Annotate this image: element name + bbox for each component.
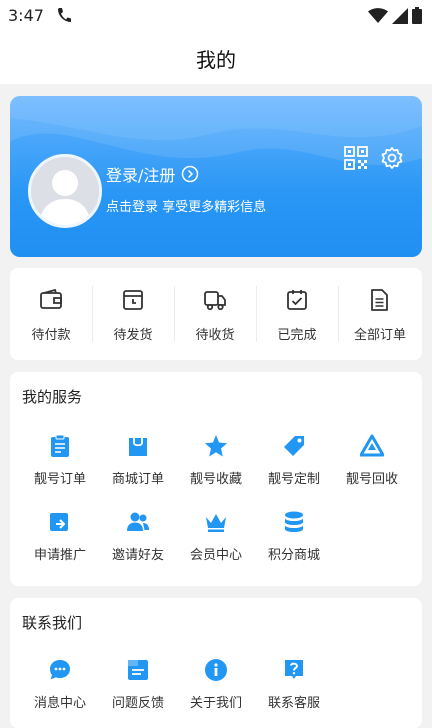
service-item[interactable]: 靓号订单: [21, 434, 99, 494]
login-subtitle: 点击登录 享受更多精彩信息: [106, 200, 267, 215]
avatar[interactable]: [28, 154, 102, 228]
shopping-bag-icon: [129, 438, 147, 456]
crown-icon: [206, 514, 226, 532]
service-item[interactable]: 邀请好友: [99, 510, 177, 570]
service-label: 申请推广: [33, 548, 86, 563]
order-completed[interactable]: 已完成: [256, 268, 338, 360]
users-icon: [127, 512, 149, 531]
service-label: 靓号订单: [33, 472, 86, 487]
signal-icon: [392, 7, 408, 24]
status-bar: 3:47: [0, 0, 432, 32]
gear-icon[interactable]: [380, 146, 404, 170]
page-title: 我的: [196, 48, 236, 72]
order-label: 全部订单: [353, 328, 406, 343]
chevron-right-circle-icon: [182, 165, 199, 183]
contact-label: 联系客服: [267, 696, 320, 711]
calendar-check-icon: [287, 290, 307, 310]
order-all[interactable]: 全部订单: [338, 268, 422, 360]
contact-item[interactable]: 消息中心: [21, 658, 99, 718]
qr-code-icon[interactable]: [344, 146, 368, 170]
contact-label: 消息中心: [33, 696, 86, 711]
service-label: 会员中心: [189, 548, 242, 563]
question-icon: [285, 660, 303, 679]
package-icon: [123, 290, 143, 310]
service-item[interactable]: 申请推广: [21, 510, 99, 570]
nav-bar: 我的: [0, 32, 432, 84]
contact-item[interactable]: 关于我们: [177, 658, 255, 718]
service-item[interactable]: 靓号定制: [255, 434, 333, 494]
order-pending-receipt[interactable]: 待收货: [174, 268, 256, 360]
star-icon: [205, 435, 227, 457]
contact-label: 问题反馈: [111, 696, 164, 711]
profile-card[interactable]: 登录/注册 点击登录 享受更多精彩信息: [10, 96, 422, 257]
default-avatar-icon: [39, 170, 91, 225]
truck-icon: [204, 291, 226, 311]
wifi-icon: [368, 7, 388, 23]
service-label: 靓号回收: [345, 472, 398, 487]
database-icon: [285, 511, 303, 532]
contact-item[interactable]: 联系客服: [255, 658, 333, 718]
share-icon: [50, 513, 68, 531]
wallet-icon: [40, 288, 62, 309]
service-item[interactable]: 积分商城: [255, 510, 333, 570]
service-label: 靓号定制: [267, 472, 320, 487]
login-register-link[interactable]: 登录/注册: [106, 162, 199, 186]
order-pending-payment[interactable]: 待付款: [10, 268, 92, 360]
order-pending-shipment[interactable]: 待发货: [92, 268, 174, 360]
battery-icon: [412, 7, 422, 24]
chat-icon: [50, 660, 70, 680]
recycle-icon: [360, 434, 384, 457]
info-icon: [205, 659, 227, 681]
contact-label: 关于我们: [189, 696, 242, 711]
section-title: 我的服务: [22, 388, 83, 406]
feedback-icon: [128, 660, 148, 680]
order-label: 待发货: [113, 328, 153, 343]
order-label: 待付款: [31, 328, 71, 343]
order-label: 已完成: [277, 328, 317, 343]
document-icon: [371, 289, 388, 311]
tag-icon: [284, 436, 304, 456]
service-item[interactable]: 靓号收藏: [177, 434, 255, 494]
clipboard-icon: [51, 434, 69, 457]
orders-card: 待付款 待发货 待收货 已完成 全部订单: [10, 268, 422, 360]
service-label: 邀请好友: [111, 548, 164, 563]
phone-call-icon: [58, 8, 71, 22]
service-item[interactable]: 商城订单: [99, 434, 177, 494]
service-item[interactable]: 会员中心: [177, 510, 255, 570]
service-label: 靓号收藏: [189, 472, 242, 487]
services-card: 我的服务 靓号订单 商城订单 靓号收藏 靓号定制 靓号回收 申请推广 邀请好友 …: [10, 372, 422, 586]
login-register-label: 登录/注册: [106, 166, 176, 185]
service-item[interactable]: 靓号回收: [333, 434, 411, 494]
contact-card: 联系我们 消息中心 问题反馈 关于我们 联系客服: [10, 598, 422, 728]
service-label: 商城订单: [111, 472, 164, 487]
section-title: 联系我们: [22, 614, 83, 632]
contact-item[interactable]: 问题反馈: [99, 658, 177, 718]
service-label: 积分商城: [267, 548, 320, 563]
status-time: 3:47: [8, 6, 44, 25]
order-label: 待收货: [195, 328, 235, 343]
